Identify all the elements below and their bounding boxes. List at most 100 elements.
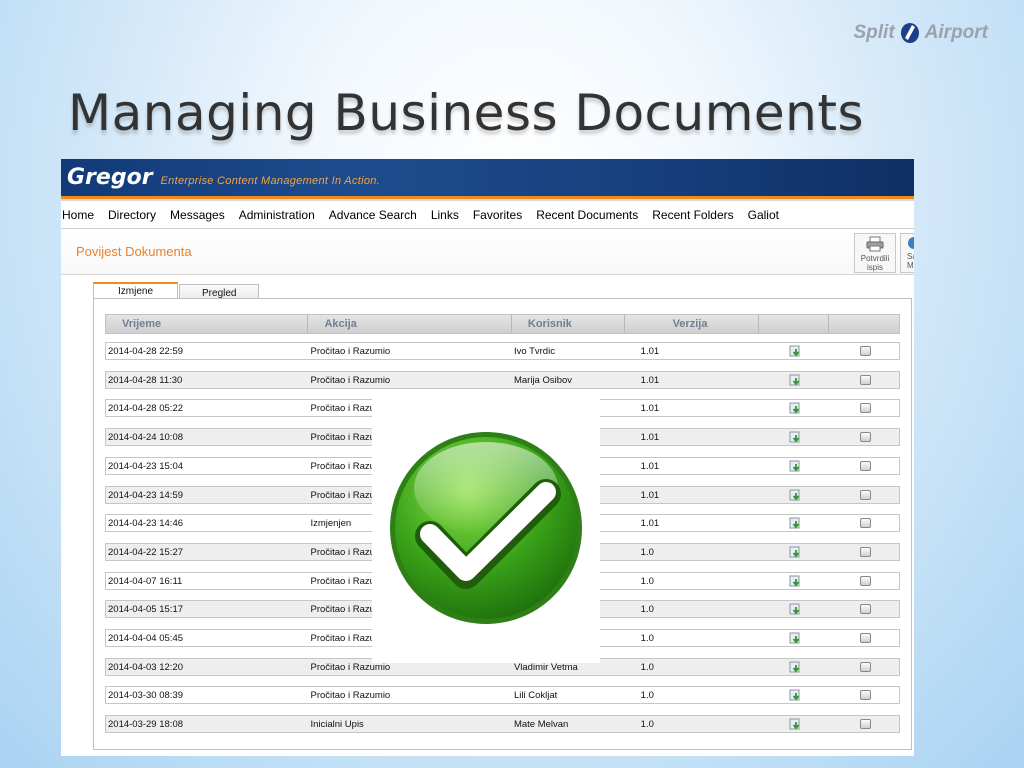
cell-user: Mate Melvan <box>513 718 569 730</box>
download-icon[interactable] <box>789 460 802 472</box>
download-icon[interactable] <box>789 718 802 730</box>
checkbox-cell <box>829 659 899 675</box>
menu-favorites[interactable]: Favorites <box>473 208 529 222</box>
checkbox-icon[interactable] <box>859 403 871 413</box>
menu-recent-documents[interactable]: Recent Documents <box>536 208 645 222</box>
cell-version: 1.0 <box>640 546 654 558</box>
checkbox-icon[interactable] <box>859 490 871 500</box>
checkbox-cell <box>829 544 899 560</box>
cell-version: 1.01 <box>640 402 660 414</box>
save-button-label-2: Mi <box>907 261 914 270</box>
checkbox-cell <box>829 343 899 359</box>
download-cell <box>759 487 829 503</box>
menu-advance-search[interactable]: Advance Search <box>329 208 424 222</box>
download-icon[interactable] <box>789 575 802 587</box>
download-cell <box>759 573 829 589</box>
menu-recent-folders[interactable]: Recent Folders <box>652 208 740 222</box>
download-icon[interactable] <box>789 661 802 673</box>
page-title: Povijest Dokumenta <box>76 244 192 259</box>
download-icon[interactable] <box>789 546 802 558</box>
download-cell <box>759 544 829 560</box>
cell-version: 1.01 <box>640 374 660 386</box>
print-button[interactable]: Potvrdili ispis <box>854 233 896 273</box>
menu-galiot[interactable]: Galiot <box>748 208 786 222</box>
cell-time: 2014-04-28 22:59 <box>108 345 184 357</box>
download-icon[interactable] <box>789 632 802 644</box>
checkbox-icon[interactable] <box>859 719 871 729</box>
cell-time: 2014-04-23 15:04 <box>108 460 184 472</box>
download-icon[interactable] <box>789 431 802 443</box>
checkbox-icon[interactable] <box>859 576 871 586</box>
checkbox-icon[interactable] <box>859 604 871 614</box>
checkbox-icon[interactable] <box>859 375 871 385</box>
cell-version: 1.0 <box>640 603 654 615</box>
column-header-verzija[interactable]: Verzija <box>625 315 760 333</box>
main-menu: Home Directory Messages Administration A… <box>61 201 914 229</box>
menu-messages[interactable]: Messages <box>170 208 232 222</box>
column-header-vrijeme[interactable]: Vrijeme <box>106 315 309 333</box>
checkbox-icon[interactable] <box>859 547 871 557</box>
cell-time: 2014-04-28 05:22 <box>108 402 184 414</box>
checkbox-icon[interactable] <box>859 432 871 442</box>
download-icon[interactable] <box>789 603 802 615</box>
table-row[interactable]: 2014-04-28 22:59 Pročitao i Razumio Ivo Tv… <box>105 342 900 360</box>
column-header-akcija[interactable]: Akcija <box>308 315 512 333</box>
cell-action: Pročitao i Razumio <box>310 689 391 701</box>
cell-version: 1.0 <box>640 718 654 730</box>
table-row[interactable]: 2014-04-28 11:30 Pročitao i Razumio Marija… <box>105 371 900 389</box>
menu-administration[interactable]: Administration <box>239 208 322 222</box>
gregor-app-window: Gregor Enterprise Content Management In … <box>61 159 914 756</box>
download-cell <box>759 659 829 675</box>
checkbox-icon[interactable] <box>859 461 871 471</box>
print-button-label-1: Potvrdili <box>860 254 890 263</box>
download-cell <box>759 400 829 416</box>
checkbox-cell <box>829 487 899 503</box>
save-icon <box>908 237 914 249</box>
download-icon[interactable] <box>789 345 802 357</box>
page-header: Povijest Dokumenta Potvrdili ispis Sa Mi <box>61 229 914 275</box>
checkbox-cell <box>829 515 899 531</box>
checkbox-cell <box>829 601 899 617</box>
checkbox-icon[interactable] <box>859 346 871 356</box>
cell-time: 2014-03-29 18:08 <box>108 718 184 730</box>
checkbox-icon[interactable] <box>859 690 871 700</box>
download-icon[interactable] <box>789 517 802 529</box>
airport-logo-icon <box>900 23 919 43</box>
menu-home[interactable]: Home <box>62 208 101 222</box>
checkbox-cell <box>829 630 899 646</box>
cell-action: Inicialni Upis <box>310 718 364 730</box>
print-button-label-2: ispis <box>866 263 883 272</box>
checkbox-cell <box>829 687 899 703</box>
column-header-action-1 <box>759 315 830 333</box>
cell-action: Pročitao i Razumio <box>310 345 391 357</box>
split-airport-logo: Split Airport <box>853 22 988 44</box>
cell-time: 2014-04-22 15:27 <box>108 546 184 558</box>
download-icon[interactable] <box>789 374 802 386</box>
save-button[interactable]: Sa Mi <box>900 233 914 273</box>
cell-version: 1.0 <box>640 575 654 587</box>
table-row[interactable]: 2014-03-29 18:08 Inicialni Upis Mate Melva… <box>105 715 900 733</box>
menu-links[interactable]: Links <box>431 208 466 222</box>
green-checkmark-icon <box>390 432 582 624</box>
download-cell <box>759 372 829 388</box>
download-icon[interactable] <box>789 689 802 701</box>
cell-time: 2014-04-23 14:59 <box>108 489 184 501</box>
menu-directory[interactable]: Directory <box>108 208 163 222</box>
download-cell <box>759 515 829 531</box>
checkbox-icon[interactable] <box>859 633 871 643</box>
cell-time: 2014-04-04 05:45 <box>108 632 184 644</box>
download-cell <box>759 687 829 703</box>
download-cell <box>759 429 829 445</box>
logo-text-left: Split <box>853 22 895 43</box>
column-header-korisnik[interactable]: Korisnik <box>512 315 625 333</box>
download-icon[interactable] <box>789 489 802 501</box>
checkbox-icon[interactable] <box>859 662 871 672</box>
cell-time: 2014-04-07 16:11 <box>108 575 183 587</box>
download-cell <box>759 630 829 646</box>
download-icon[interactable] <box>789 402 802 414</box>
cell-user: Marija Osibov <box>513 374 573 386</box>
download-cell <box>759 601 829 617</box>
cell-version: 1.0 <box>640 632 654 644</box>
table-row[interactable]: 2014-03-30 08:39 Pročitao i Razumio Lili C… <box>105 686 900 704</box>
checkbox-icon[interactable] <box>859 518 871 528</box>
